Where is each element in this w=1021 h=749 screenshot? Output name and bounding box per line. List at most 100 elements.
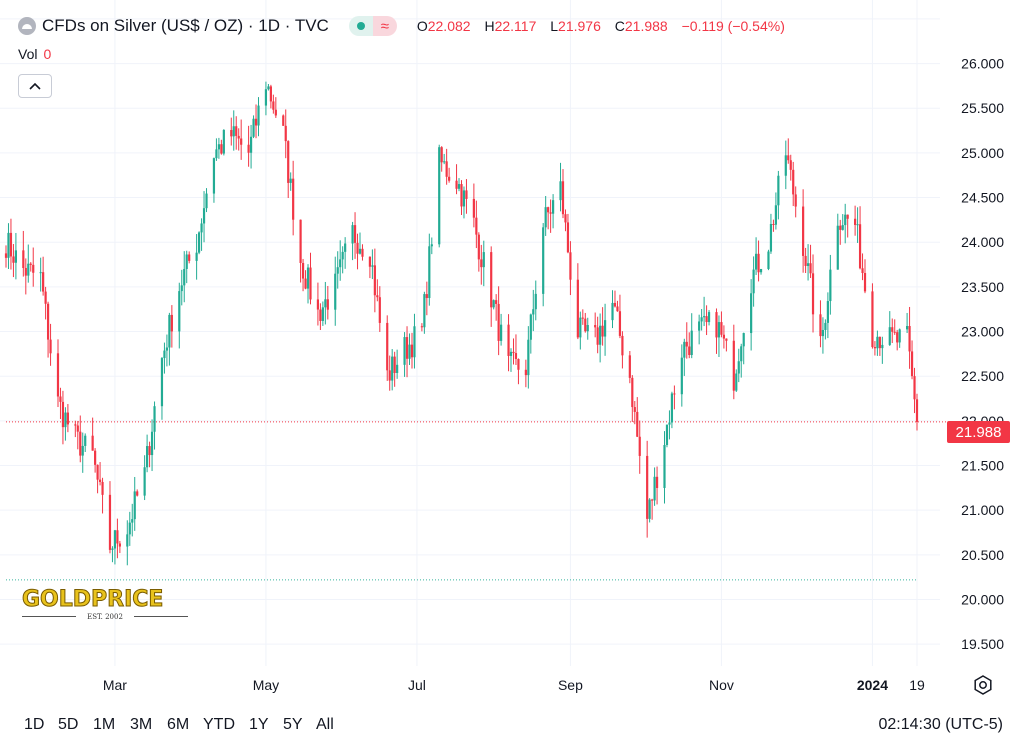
- candle-down: [240, 138, 243, 145]
- candle-down: [376, 295, 379, 298]
- candle-down: [287, 141, 290, 183]
- candle-down: [861, 268, 864, 273]
- candle-up: [443, 161, 446, 163]
- candle-up: [180, 285, 183, 292]
- candle-up: [599, 325, 602, 345]
- candle-up: [529, 314, 532, 340]
- timeframe-1y[interactable]: 1Y: [249, 716, 269, 734]
- candle-down: [893, 331, 896, 333]
- volume-label: Vol: [18, 46, 38, 62]
- candle-up: [334, 273, 337, 310]
- timeframe-ytd[interactable]: YTD: [203, 716, 235, 734]
- candle-up: [289, 178, 292, 183]
- chart-grid: [0, 0, 940, 666]
- candle-up: [217, 144, 220, 150]
- time-tick-label: Sep: [558, 677, 583, 693]
- candle-up: [358, 248, 362, 254]
- candle-down: [512, 351, 515, 354]
- candle-down: [148, 446, 151, 456]
- candle-down: [301, 262, 305, 279]
- timeframe-all[interactable]: All: [316, 716, 334, 734]
- clock[interactable]: 02:14:30 (UTC-5): [879, 716, 1004, 734]
- timeframe-5y[interactable]: 5Y: [283, 716, 303, 734]
- candle-up: [821, 329, 825, 337]
- candle-up: [767, 251, 770, 269]
- goldprice-logo: GOLDPRICE EST. 2002: [22, 587, 188, 622]
- collapse-legend-button[interactable]: [18, 74, 52, 98]
- candle-up: [586, 325, 589, 332]
- candle-down: [96, 464, 99, 480]
- candle-down: [584, 318, 587, 332]
- candle-down: [116, 530, 119, 544]
- market-status[interactable]: ≈: [348, 16, 397, 36]
- candle-up: [197, 232, 201, 253]
- candle-down: [247, 144, 250, 153]
- candle-up: [665, 424, 669, 446]
- candle-up: [774, 205, 777, 225]
- candle-down: [284, 125, 287, 142]
- timeframe-3m[interactable]: 3M: [130, 716, 152, 734]
- gear-icon[interactable]: [972, 674, 994, 696]
- candle-down: [393, 356, 396, 373]
- candle-up: [185, 254, 188, 269]
- candle-down: [170, 314, 173, 332]
- approx-icon[interactable]: ≈: [372, 16, 397, 36]
- candle-down: [465, 190, 468, 199]
- candle-down: [66, 412, 69, 425]
- candle-down: [299, 219, 302, 263]
- candle-up: [611, 302, 614, 321]
- candle-up: [532, 309, 535, 315]
- candle-down: [495, 300, 498, 304]
- candle-up: [824, 322, 827, 330]
- candle-up: [700, 317, 703, 322]
- candle-down: [638, 436, 641, 456]
- high-value: 22.117: [494, 18, 537, 34]
- change-value: −0.119 (−0.54%): [681, 18, 785, 34]
- candle-down: [517, 358, 520, 370]
- candle-down: [410, 344, 414, 358]
- candle-down: [725, 338, 728, 341]
- candle-down: [94, 450, 97, 465]
- candle-down: [9, 232, 13, 257]
- chevron-up-icon: [29, 82, 41, 90]
- low-value: 21.976: [558, 18, 601, 34]
- candle-down: [388, 370, 391, 381]
- price-tick-label: 21.000: [961, 502, 1004, 518]
- candle-down: [4, 253, 8, 258]
- candle-down: [356, 242, 359, 254]
- candle-down: [448, 176, 451, 181]
- candle-up: [462, 190, 466, 207]
- candle-down: [477, 234, 480, 260]
- candle-up: [183, 268, 186, 286]
- candle-up: [683, 341, 686, 358]
- price-tick-label: 20.000: [961, 591, 1004, 607]
- candle-up: [754, 253, 758, 270]
- time-tick-label: May: [253, 677, 279, 693]
- timeframe-6m[interactable]: 6M: [167, 716, 189, 734]
- timeframe-1d[interactable]: 1D: [24, 716, 44, 734]
- candle-down: [445, 161, 448, 177]
- candle-up: [653, 476, 656, 501]
- candle-up: [371, 265, 374, 267]
- candle-down: [547, 207, 550, 213]
- price-tick-label: 24.000: [961, 234, 1004, 250]
- price-tick-label: 22.500: [961, 368, 1004, 384]
- dot-icon[interactable]: [348, 16, 373, 36]
- candle-up: [113, 530, 117, 549]
- candle-up: [7, 232, 10, 258]
- candle-down: [596, 327, 599, 345]
- candle-up: [579, 317, 582, 338]
- candle-down: [91, 435, 94, 451]
- candle-down: [772, 223, 775, 225]
- candle-up: [344, 243, 347, 252]
- candle-down: [24, 267, 27, 276]
- timeframe-5d[interactable]: 5D: [58, 716, 78, 734]
- candle-up: [168, 314, 171, 348]
- candle-down: [618, 311, 622, 336]
- timeframe-1m[interactable]: 1M: [93, 716, 115, 734]
- candle-down: [188, 254, 191, 261]
- candle-down: [631, 377, 634, 408]
- price-chart[interactable]: 19.50020.00020.50021.00021.50022.00022.5…: [0, 0, 1021, 749]
- candle-up: [163, 350, 166, 359]
- chart-title[interactable]: CFDs on Silver (US$ / OZ) · 1D · TVC: [42, 16, 329, 36]
